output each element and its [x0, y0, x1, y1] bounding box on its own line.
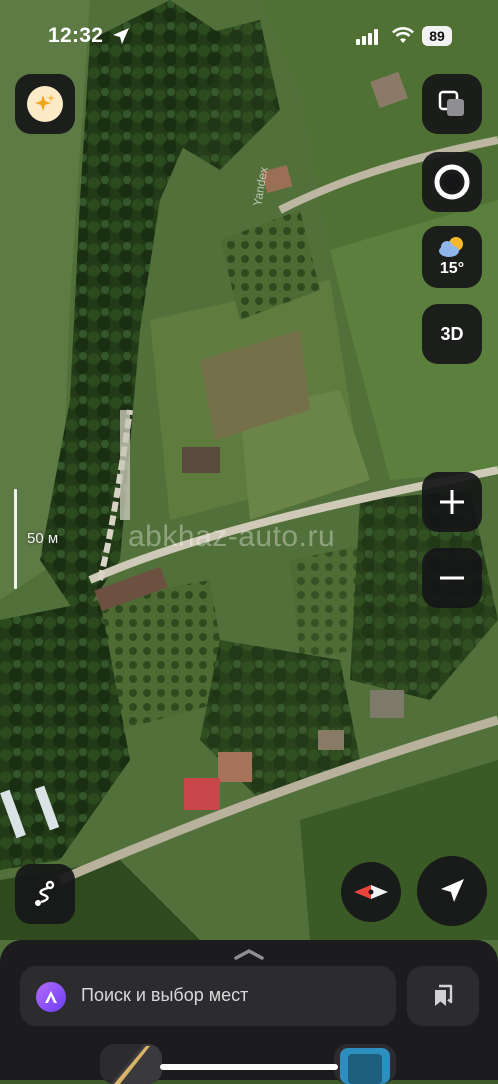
zoom-in-button[interactable] — [422, 472, 482, 532]
scale-bar — [14, 489, 17, 589]
scale-label: 50 м — [27, 530, 59, 547]
compass-button[interactable] — [341, 862, 401, 922]
minus-icon — [440, 576, 464, 580]
location-arrow-icon — [113, 28, 129, 44]
search-bar[interactable]: Поиск и выбор мест — [20, 966, 396, 1026]
wifi-icon — [392, 27, 414, 43]
route-button[interactable] — [15, 864, 75, 924]
weather-temperature: 15° — [439, 260, 465, 277]
watermark: abkhaz-auto.ru — [128, 520, 336, 553]
layers-button[interactable] — [422, 74, 482, 134]
partly-cloudy-icon — [439, 237, 463, 257]
search-placeholder: Поиск и выбор мест — [81, 985, 249, 1005]
status-time: 12:32 — [48, 24, 104, 47]
traffic-ring-icon — [434, 164, 470, 200]
route-icon — [35, 880, 55, 906]
view-3d-button[interactable]: 3D — [422, 304, 482, 364]
layers-icon — [438, 90, 464, 116]
weather-button[interactable]: 15° — [422, 226, 482, 288]
bookmarks-icon — [435, 984, 453, 1006]
assistant-button[interactable] — [15, 74, 75, 134]
shortcut-card-right[interactable] — [334, 1044, 396, 1084]
chevron-up-icon[interactable] — [233, 948, 265, 960]
battery-icon: 89 — [422, 26, 452, 46]
shortcut-card-left[interactable] — [100, 1044, 162, 1084]
zoom-out-button[interactable] — [422, 548, 482, 608]
navigation-arrow-icon — [441, 879, 464, 902]
plus-icon — [440, 490, 464, 514]
home-indicator — [160, 1064, 338, 1070]
signal-icon — [356, 29, 378, 45]
compass-icon — [354, 885, 388, 899]
alice-icon[interactable] — [36, 982, 66, 1012]
bookmarks-button[interactable] — [407, 966, 479, 1026]
sparkles-icon — [27, 86, 63, 122]
locate-me-button[interactable] — [417, 856, 487, 926]
traffic-button[interactable] — [422, 152, 482, 212]
status-bar: 12:32 89 — [0, 0, 498, 60]
